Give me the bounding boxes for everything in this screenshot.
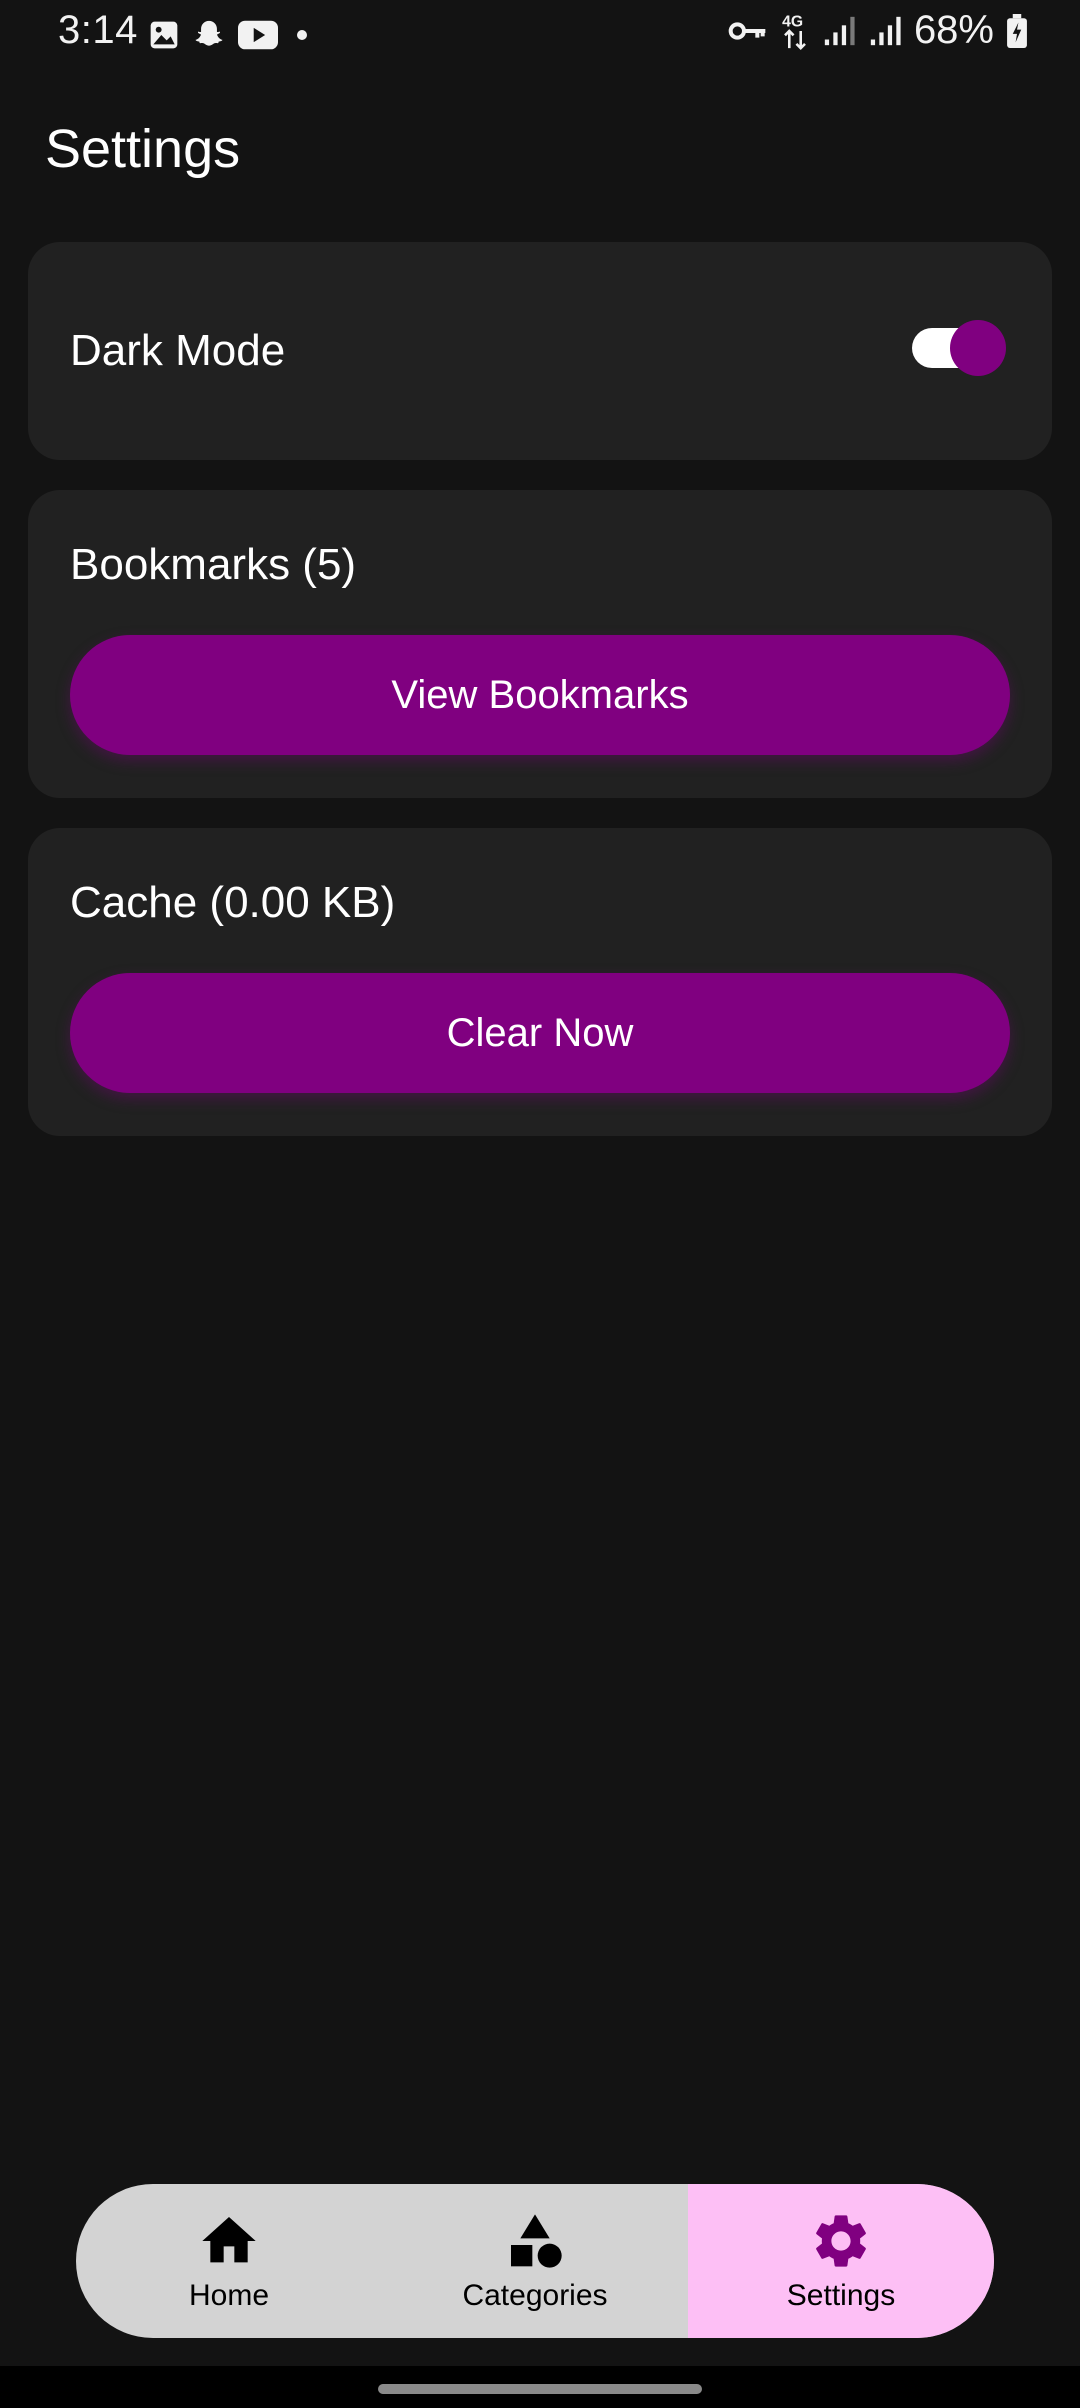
dark-mode-toggle[interactable] [912, 320, 1006, 376]
settings-screen: 3:14 4G 68% Settings Dark Mode Bookmarks… [0, 0, 1080, 2408]
signal-icon [824, 16, 855, 45]
youtube-icon [238, 20, 278, 50]
bookmarks-card: Bookmarks (5) View Bookmarks [28, 490, 1052, 798]
signal-icon [870, 16, 901, 45]
cache-card: Cache (0.00 KB) Clear Now [28, 828, 1052, 1136]
cache-label: Cache (0.00 KB) [70, 878, 396, 927]
battery-percent: 68% [913, 8, 994, 52]
dot-icon [297, 30, 307, 40]
toggle-thumb [950, 320, 1006, 376]
network-4g-icon: 4G [782, 13, 806, 50]
system-navigation-bar [0, 2366, 1080, 2408]
view-bookmarks-button[interactable]: View Bookmarks [70, 635, 1010, 755]
clear-cache-button[interactable]: Clear Now [70, 973, 1010, 1093]
dark-mode-label: Dark Mode [70, 326, 286, 375]
svg-text:4G: 4G [782, 13, 803, 30]
status-time: 3:14 [58, 8, 138, 52]
nav-item-home[interactable]: Home [76, 2184, 382, 2338]
home-icon [202, 2217, 256, 2263]
vpn-key-icon [728, 21, 766, 40]
nav-label-settings: Settings [786, 2279, 896, 2312]
status-bar: 3:14 4G 68% [0, 0, 1080, 70]
snapchat-icon [195, 20, 223, 46]
nav-label-categories: Categories [462, 2279, 608, 2312]
gesture-handle[interactable] [378, 2384, 702, 2394]
categories-icon [511, 2214, 562, 2268]
page-title: Settings [45, 119, 241, 179]
dark-mode-card: Dark Mode [28, 242, 1052, 460]
nav-item-categories[interactable]: Categories [382, 2184, 688, 2338]
status-notification-icons [148, 18, 314, 52]
battery-charging-icon [1007, 13, 1027, 48]
status-system-icons: 4G 68% [728, 8, 1028, 53]
bookmarks-label: Bookmarks (5) [70, 540, 357, 589]
nav-item-settings[interactable]: Settings [688, 2184, 994, 2338]
gallery-icon [150, 21, 178, 49]
nav-label-home: Home [188, 2279, 270, 2312]
gear-icon [816, 2215, 866, 2267]
bottom-navigation: Home Categories Settings [76, 2184, 994, 2338]
